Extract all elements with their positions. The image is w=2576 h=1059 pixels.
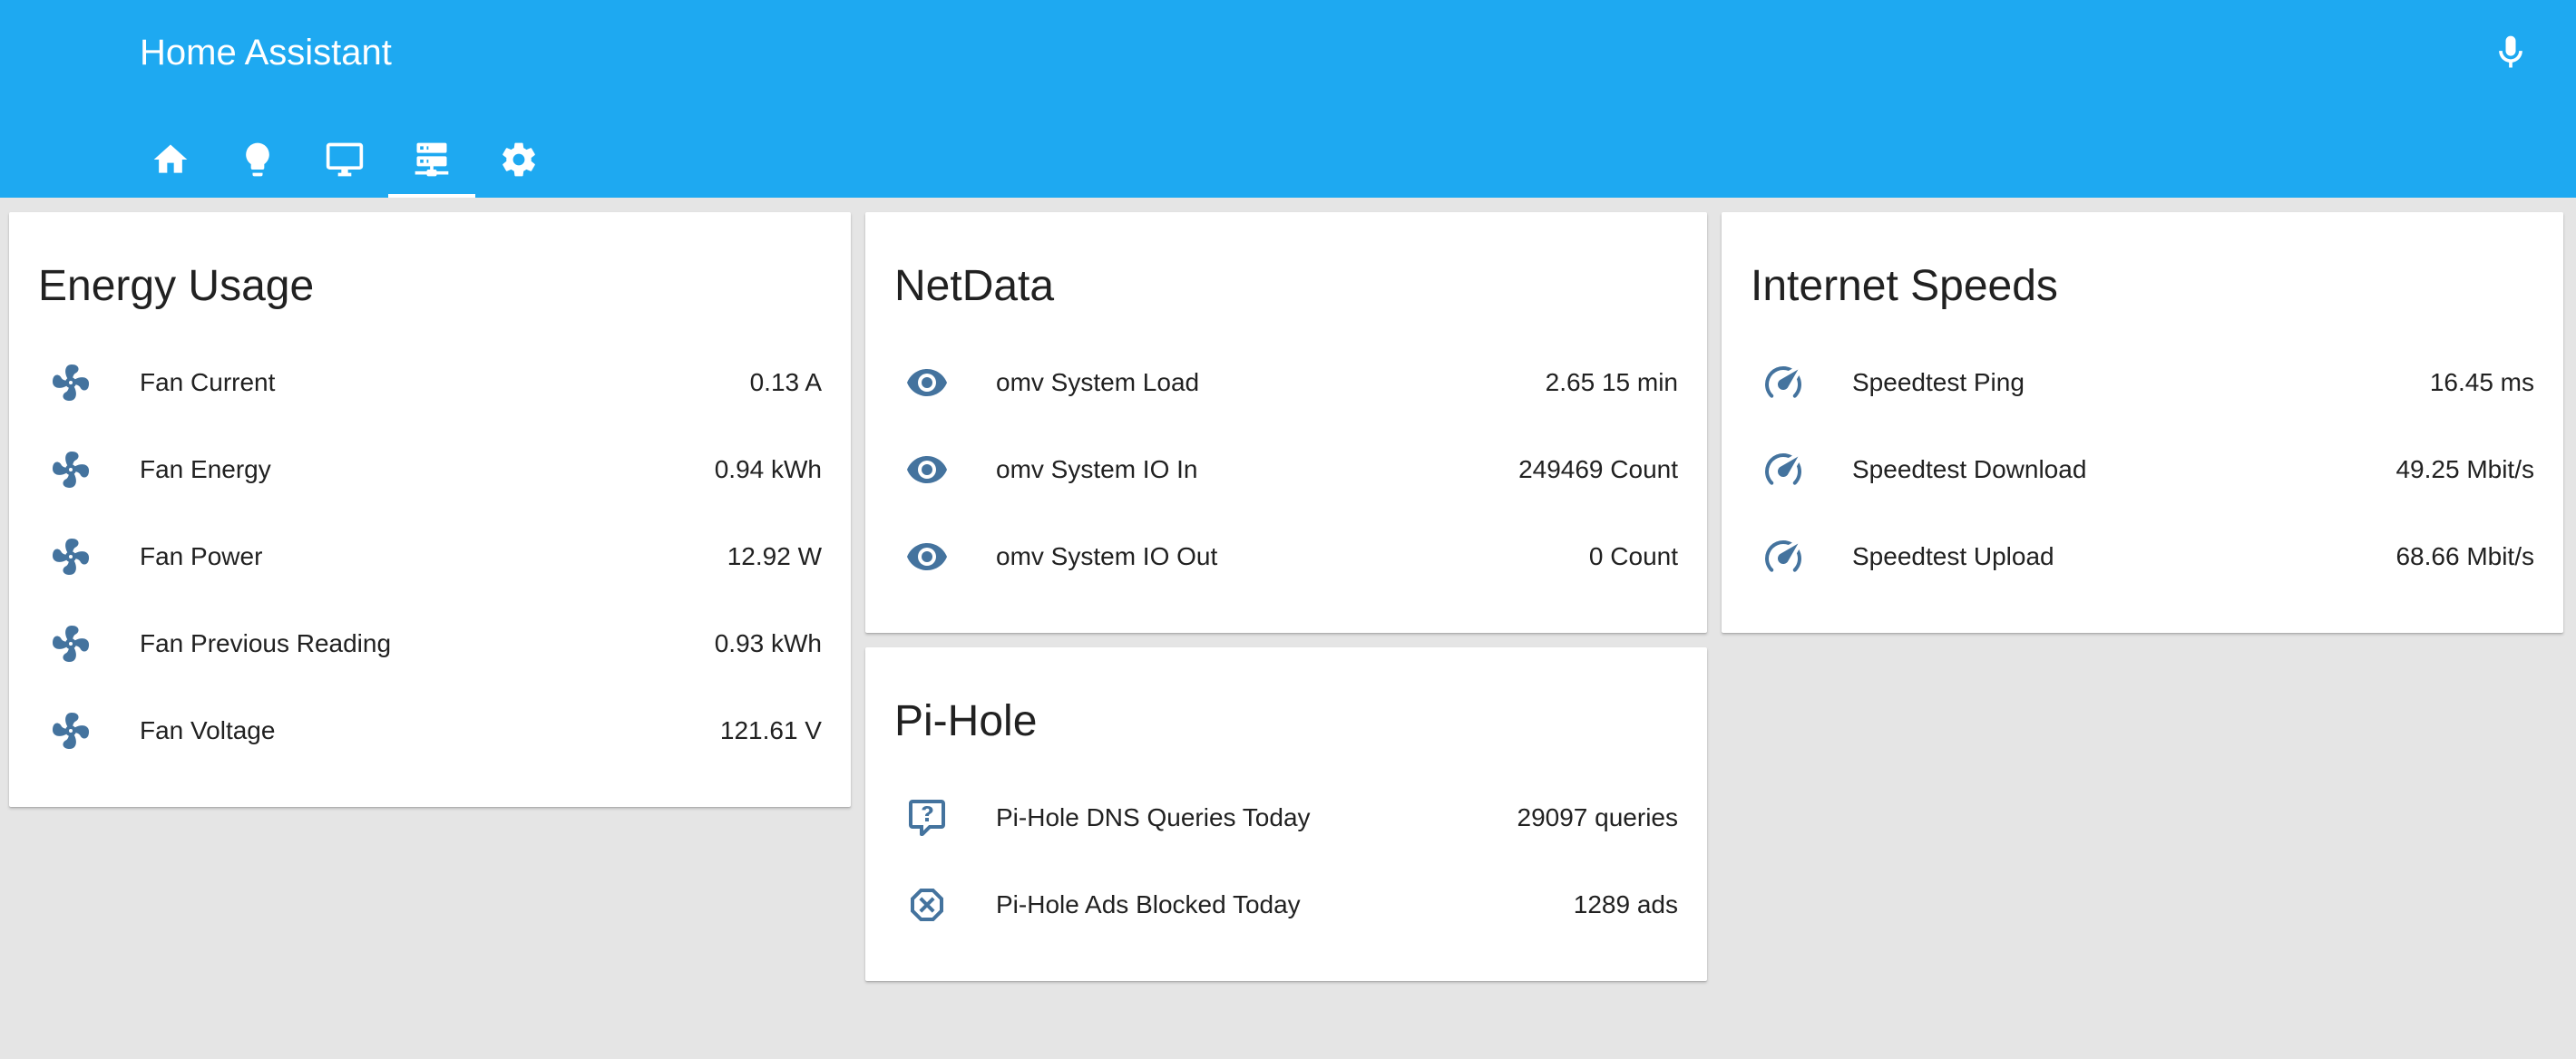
entity-name: Fan Power	[140, 542, 263, 570]
speedometer-icon	[1761, 535, 1805, 578]
fan-icon	[49, 448, 93, 491]
entity-state: 121.61 V	[719, 716, 822, 744]
entity-row-omv-system-load[interactable]: omv System Load 2.65 15 min	[865, 339, 1707, 426]
entity-state: 12.92 W	[727, 542, 822, 570]
speedometer-icon	[1761, 361, 1805, 404]
entity-name: Speedtest Download	[1852, 455, 2087, 483]
app-header: Home Assistant	[0, 0, 2576, 198]
entity-name: Speedtest Ping	[1852, 368, 2025, 396]
entity-state: 0.93 kWh	[714, 629, 822, 657]
eye-icon	[905, 535, 949, 578]
app-title: Home Assistant	[140, 33, 392, 73]
speedometer-icon	[1761, 448, 1805, 491]
entity-state: 49.25 Mbit/s	[2395, 455, 2534, 483]
entity-name: omv System IO Out	[996, 542, 1218, 570]
entity-row-speedtest-download[interactable]: Speedtest Download 49.25 Mbit/s	[1722, 426, 2563, 513]
entity-row-speedtest-ping[interactable]: Speedtest Ping 16.45 ms	[1722, 339, 2563, 426]
energy-usage-card: Energy Usage Fan Current 0.13 A Fan Ener…	[9, 212, 851, 807]
entity-name: Fan Previous Reading	[140, 629, 392, 657]
card-title: Internet Speeds	[1751, 262, 2058, 310]
entity-name: Speedtest Upload	[1852, 542, 2054, 570]
entity-state: 1289 ads	[1573, 890, 1678, 918]
entity-row-omv-system-io-in[interactable]: omv System IO In 249469 Count	[865, 426, 1707, 513]
entity-state: 0.13 A	[749, 368, 822, 396]
server-network-icon	[415, 142, 449, 177]
entity-state: 29097 queries	[1517, 803, 1678, 831]
gear-icon	[503, 142, 535, 177]
fan-icon	[49, 361, 93, 404]
tab-home[interactable]	[127, 121, 214, 198]
entity-row-fan-previous-reading[interactable]: Fan Previous Reading 0.93 kWh	[9, 600, 851, 687]
monitor-icon	[326, 142, 364, 177]
entity-row-pihole-ads-blocked[interactable]: Pi-Hole Ads Blocked Today 1289 ads	[865, 861, 1707, 948]
entity-name: Fan Current	[140, 368, 276, 396]
entity-state: 249469 Count	[1518, 455, 1678, 483]
microphone-icon	[2499, 35, 2522, 68]
entity-row-fan-current[interactable]: Fan Current 0.13 A	[9, 339, 851, 426]
entity-row-speedtest-upload[interactable]: Speedtest Upload 68.66 Mbit/s	[1722, 513, 2563, 600]
entity-name: Pi-Hole Ads Blocked Today	[996, 890, 1301, 918]
internet-speeds-card: Internet Speeds Speedtest Ping 16.45 ms …	[1722, 212, 2563, 633]
tab-media[interactable]	[301, 121, 388, 198]
microphone-button[interactable]	[2491, 27, 2531, 78]
entity-row-fan-energy[interactable]: Fan Energy 0.94 kWh	[9, 426, 851, 513]
pihole-card: Pi-Hole Pi-Hole DNS Queries Today 29097 …	[865, 647, 1707, 981]
home-icon	[153, 144, 188, 173]
entity-name: Pi-Hole DNS Queries Today	[996, 803, 1311, 831]
tab-settings[interactable]	[475, 121, 562, 198]
close-octagon-icon	[905, 883, 949, 927]
entity-name: Fan Voltage	[140, 716, 276, 744]
card-title: Energy Usage	[38, 262, 315, 310]
entity-name: Fan Energy	[140, 455, 271, 483]
comment-question-icon	[905, 796, 949, 840]
netdata-card: NetData omv System Load 2.65 15 min omv …	[865, 212, 1707, 633]
entity-name: omv System IO In	[996, 455, 1198, 483]
entity-row-fan-voltage[interactable]: Fan Voltage 121.61 V	[9, 687, 851, 774]
lightbulb-icon	[246, 142, 269, 177]
eye-icon	[905, 361, 949, 404]
fan-icon	[49, 535, 93, 578]
entity-name: omv System Load	[996, 368, 1200, 396]
fan-icon	[49, 622, 93, 666]
eye-icon	[905, 448, 949, 491]
entity-row-fan-power[interactable]: Fan Power 12.92 W	[9, 513, 851, 600]
entity-row-pihole-dns-queries[interactable]: Pi-Hole DNS Queries Today 29097 queries	[865, 774, 1707, 861]
entity-state: 0 Count	[1588, 542, 1678, 570]
card-title: Pi-Hole	[894, 697, 1038, 745]
entity-state: 68.66 Mbit/s	[2395, 542, 2534, 570]
entity-state: 16.45 ms	[2429, 368, 2534, 396]
tab-lights[interactable]	[214, 121, 301, 198]
entity-state: 2.65 15 min	[1545, 368, 1678, 396]
entity-row-omv-system-io-out[interactable]: omv System IO Out 0 Count	[865, 513, 1707, 600]
card-title: NetData	[894, 262, 1055, 310]
tab-server[interactable]	[388, 121, 475, 198]
fan-icon	[49, 709, 93, 753]
entity-state: 0.94 kWh	[714, 455, 822, 483]
